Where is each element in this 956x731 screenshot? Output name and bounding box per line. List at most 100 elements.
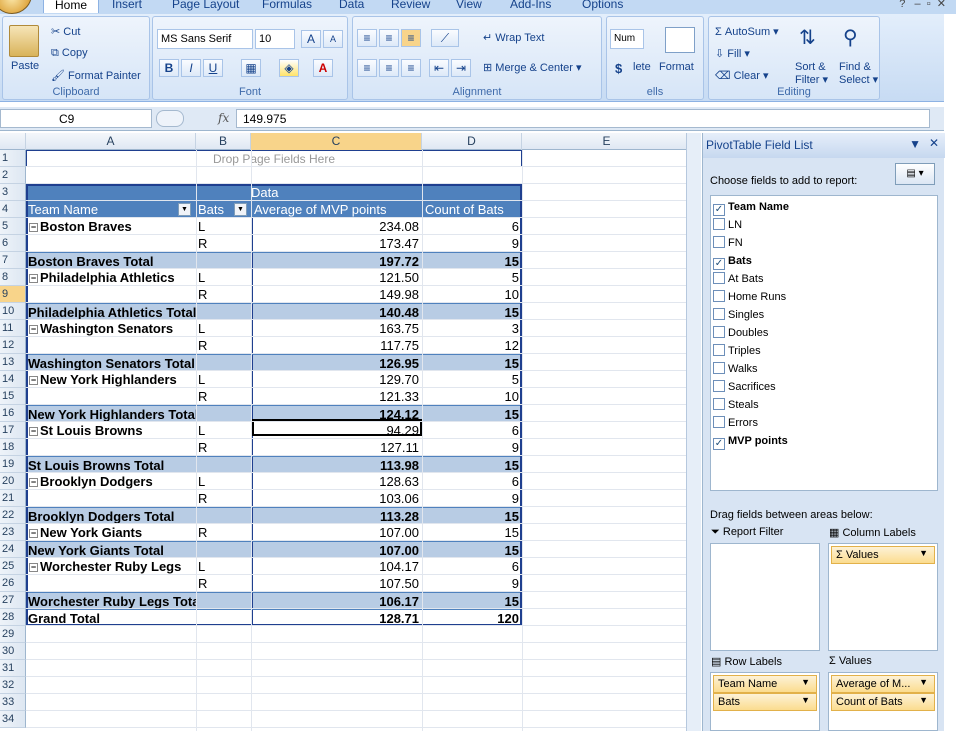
- align-middle-icon[interactable]: ≡: [379, 29, 399, 47]
- bats-value[interactable]: [196, 507, 251, 524]
- average-mvp-value[interactable]: 107.00: [251, 524, 422, 541]
- row-header[interactable]: 32: [0, 677, 26, 694]
- bats-value[interactable]: L: [196, 269, 251, 286]
- field-item[interactable]: Steals: [713, 396, 759, 414]
- field-item[interactable]: FN: [713, 234, 743, 252]
- office-button[interactable]: [0, 0, 32, 14]
- pivot-row-label[interactable]: − New York Highlanders: [26, 371, 196, 388]
- field-checkbox[interactable]: [713, 416, 725, 428]
- format-painter-button[interactable]: 🖌 Format Painter: [51, 69, 141, 82]
- panel-close-icon[interactable]: ✕: [929, 136, 939, 150]
- chevron-down-icon[interactable]: ▼: [801, 695, 810, 705]
- filter-dropdown-icon[interactable]: ▼: [234, 203, 247, 216]
- bats-value[interactable]: R: [196, 337, 251, 354]
- row-header[interactable]: 30: [0, 643, 26, 660]
- field-checkbox[interactable]: [713, 344, 725, 356]
- field-item[interactable]: Triples: [713, 342, 761, 360]
- bats-value[interactable]: [196, 303, 251, 320]
- row-header[interactable]: 12: [0, 337, 26, 354]
- collapse-icon[interactable]: −: [29, 563, 38, 572]
- delete-cells-button[interactable]: lete: [633, 61, 651, 73]
- tab-page-layout[interactable]: Page Layout: [172, 0, 239, 11]
- shrink-font-button[interactable]: A: [323, 30, 343, 48]
- pivot-row-label[interactable]: [26, 235, 196, 252]
- collapse-icon[interactable]: −: [29, 223, 38, 232]
- tab-options[interactable]: Options: [582, 0, 623, 11]
- collapse-icon[interactable]: −: [29, 529, 38, 538]
- values-area[interactable]: Average of M... ▼ Count of Bats ▼: [828, 672, 938, 731]
- bats-value[interactable]: L: [196, 320, 251, 337]
- paste-button[interactable]: Paste: [11, 60, 39, 72]
- count-bats-value[interactable]: 15: [422, 541, 522, 558]
- row-header[interactable]: 29: [0, 626, 26, 643]
- name-box[interactable]: C9: [0, 109, 152, 128]
- count-bats-value[interactable]: 10: [422, 286, 522, 303]
- count-bats-value[interactable]: 6: [422, 218, 522, 235]
- align-left-icon[interactable]: ≡: [357, 59, 377, 77]
- field-checkbox[interactable]: ✓: [713, 258, 725, 270]
- count-bats-value[interactable]: 15: [422, 252, 522, 269]
- field-item[interactable]: Walks: [713, 360, 758, 378]
- row-header[interactable]: 20: [0, 473, 26, 490]
- collapse-icon[interactable]: −: [29, 376, 38, 385]
- tab-view[interactable]: View: [456, 0, 482, 11]
- average-mvp-value[interactable]: 128.71: [251, 609, 422, 626]
- column-header-b[interactable]: B: [196, 133, 251, 150]
- pivot-row-label[interactable]: [26, 439, 196, 456]
- field-checkbox[interactable]: [713, 272, 725, 284]
- count-bats-value[interactable]: 15: [422, 592, 522, 609]
- insert-function-button[interactable]: fx: [218, 111, 229, 125]
- row-header[interactable]: 17: [0, 422, 26, 439]
- bats-value[interactable]: [196, 541, 251, 558]
- decrease-indent-icon[interactable]: ⇤: [429, 59, 449, 77]
- font-name-select[interactable]: MS Sans Serif: [157, 29, 253, 49]
- data-header[interactable]: Data: [251, 184, 422, 201]
- bats-value[interactable]: [196, 609, 251, 626]
- bats-value[interactable]: R: [196, 575, 251, 592]
- count-bats-value[interactable]: 15: [422, 405, 522, 422]
- collapse-icon[interactable]: −: [29, 325, 38, 334]
- number-format-select[interactable]: Num: [610, 29, 644, 49]
- tab-data[interactable]: Data: [339, 0, 364, 11]
- row-header[interactable]: 5: [0, 218, 26, 235]
- average-mvp-value[interactable]: 113.28: [251, 507, 422, 524]
- row-header[interactable]: 26: [0, 575, 26, 592]
- bold-button[interactable]: B: [159, 59, 179, 77]
- field-checkbox[interactable]: ✓: [713, 204, 725, 216]
- bats-value[interactable]: [196, 252, 251, 269]
- grow-font-button[interactable]: A: [301, 30, 321, 48]
- pivot-row-label[interactable]: − Boston Braves: [26, 218, 196, 235]
- field-item[interactable]: At Bats: [713, 270, 763, 288]
- count-bats-value[interactable]: 15: [422, 524, 522, 541]
- find-select-button[interactable]: Find & Select ▾: [839, 61, 878, 86]
- row-labels-area[interactable]: Team Name ▼ Bats ▼: [710, 672, 820, 731]
- count-bats-value[interactable]: 15: [422, 456, 522, 473]
- align-bottom-icon[interactable]: ≡: [401, 29, 421, 47]
- pivot-row-label[interactable]: Washington Senators Total: [26, 354, 196, 371]
- pivot-row-label[interactable]: Boston Braves Total: [26, 252, 196, 269]
- tab-review[interactable]: Review: [391, 0, 430, 11]
- align-right-icon[interactable]: ≡: [401, 59, 421, 77]
- bats-value[interactable]: L: [196, 218, 251, 235]
- paste-icon[interactable]: [9, 25, 39, 57]
- bats-value[interactable]: L: [196, 473, 251, 490]
- collapse-icon[interactable]: −: [29, 427, 38, 436]
- average-mvp-value[interactable]: 107.00: [251, 541, 422, 558]
- chevron-down-icon[interactable]: ▼: [919, 695, 928, 705]
- format-cells-button[interactable]: Format: [659, 61, 694, 73]
- column-labels-area[interactable]: Σ Values ▼: [828, 543, 938, 651]
- average-mvp-value[interactable]: 121.33: [251, 388, 422, 405]
- bats-value[interactable]: [196, 354, 251, 371]
- average-mvp-value[interactable]: 113.98: [251, 456, 422, 473]
- average-mvp-value[interactable]: 117.75: [251, 337, 422, 354]
- pivot-row-label[interactable]: New York Highlanders Total: [26, 405, 196, 422]
- row-header[interactable]: 22: [0, 507, 26, 524]
- row-header[interactable]: 10: [0, 303, 26, 320]
- tab-formulas[interactable]: Formulas: [262, 0, 312, 11]
- row-header[interactable]: 3: [0, 184, 26, 201]
- bats-value[interactable]: L: [196, 422, 251, 439]
- row-chip-team-name[interactable]: Team Name ▼: [713, 675, 817, 693]
- row-header[interactable]: 2: [0, 167, 26, 184]
- row-header[interactable]: 27: [0, 592, 26, 609]
- field-checkbox[interactable]: [713, 218, 725, 230]
